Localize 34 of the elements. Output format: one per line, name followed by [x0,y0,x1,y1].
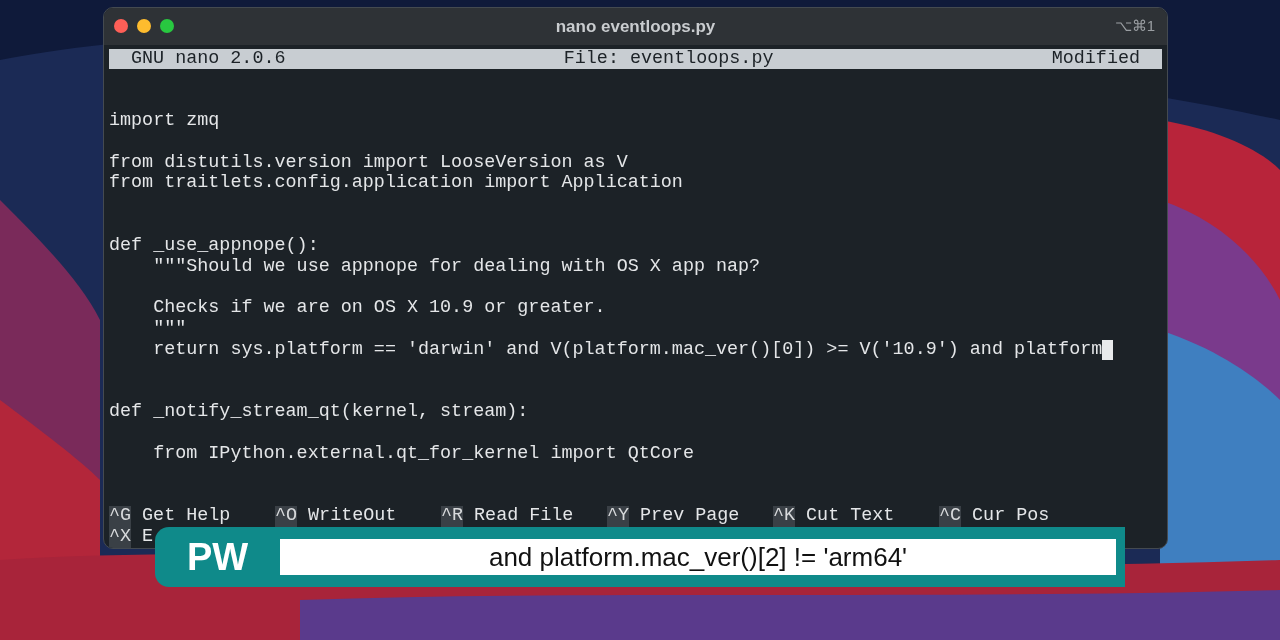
code-line: from IPython.external.qt_for_kernel import QtCore [152,443,694,465]
code-line: def _notify_stream_qt(kernel, stream): [109,402,529,423]
code-line: def _use_appnope(): [109,235,319,257]
window-title: nano eventloops.py [555,15,716,38]
shortcut-key: ^X [109,527,132,548]
file-label: File: eventloops.py [563,48,774,70]
shortcut-label: ⌥⌘1 [1114,16,1155,37]
shortcut-label: Get Help [142,506,231,528]
shortcut-label: E [142,527,154,548]
minimize-button[interactable] [137,19,151,34]
caption-text: and platform.mac_ver()[2] != 'arm64' [280,539,1116,575]
shortcut-label: Prev Page [640,506,740,528]
badge-label: PW [185,534,250,580]
status-label: Modified [1051,48,1140,70]
shortcut-key: ^G [109,506,132,528]
code-line: from traitlets.config.application import Application [109,173,683,195]
shortcut-label: WriteOut [308,506,397,528]
code-line: import zmq [109,111,220,132]
shortcut-label: Cut Text [806,506,895,528]
code-line: """ [152,318,187,340]
code-line: from distutils.version import LooseVersion as V [109,152,628,174]
code-line: """Should we use appnope for dealing with OS X app nap? [152,256,761,278]
shortcut-key: ^R [441,506,464,528]
close-button[interactable] [114,19,128,34]
shortcut-key: ^O [275,506,298,528]
shortcut-label: Read File [474,506,574,528]
shortcut-label: Cur Pos [972,506,1050,528]
code-line: Checks if we are on OS X 10.9 or greater. [152,298,606,319]
code-line: return sys.platform == 'darwin' and V(platform.mac_ver()[0]) >= V('10.9') and platform [152,339,1103,361]
zoom-button[interactable] [160,19,174,34]
version-label: GNU nano 2.0.6 [131,48,286,70]
shortcut-key: ^K [773,506,796,528]
shortcut-key: ^C [939,506,962,528]
shortcut-key: ^Y [607,506,630,528]
